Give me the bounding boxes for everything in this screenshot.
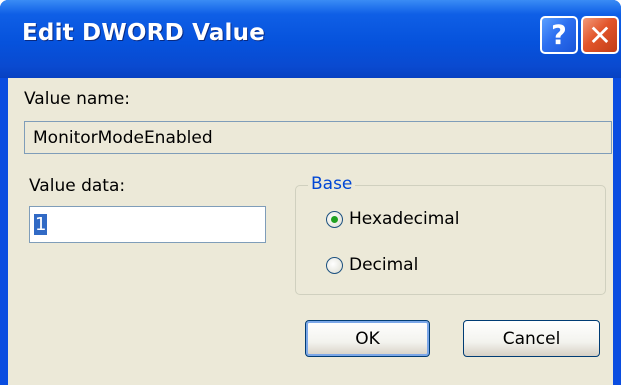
value-name-field: MonitorModeEnabled — [24, 121, 612, 154]
base-groupbox: Base Hexadecimal Decimal — [295, 174, 606, 295]
dialog-body: Value name: MonitorModeEnabled Value dat… — [8, 78, 613, 385]
ok-button[interactable]: OK — [305, 320, 430, 357]
edit-dword-dialog: Edit DWORD Value ? ✕ Value name: Monitor… — [0, 0, 621, 385]
dialog-title: Edit DWORD Value — [22, 20, 266, 46]
hexadecimal-label: Hexadecimal — [349, 209, 460, 229]
decimal-label: Decimal — [349, 255, 419, 275]
close-icon: ✕ — [588, 18, 612, 52]
help-button[interactable]: ? — [540, 16, 578, 54]
value-data-text: 1 — [34, 214, 48, 235]
value-data-input[interactable]: 1 — [29, 206, 266, 243]
radio-unselected-icon — [326, 256, 343, 274]
hexadecimal-radio[interactable]: Hexadecimal — [326, 209, 459, 229]
value-data-label: Value data: — [29, 176, 126, 196]
title-bar[interactable]: Edit DWORD Value ? ✕ — [0, 0, 621, 78]
close-button[interactable]: ✕ — [581, 16, 619, 54]
radio-selected-icon — [326, 210, 343, 228]
cancel-button[interactable]: Cancel — [463, 320, 600, 357]
base-legend: Base — [308, 174, 356, 194]
question-mark-icon: ? — [551, 19, 567, 51]
decimal-radio[interactable]: Decimal — [326, 255, 418, 275]
value-name-label: Value name: — [24, 89, 131, 109]
